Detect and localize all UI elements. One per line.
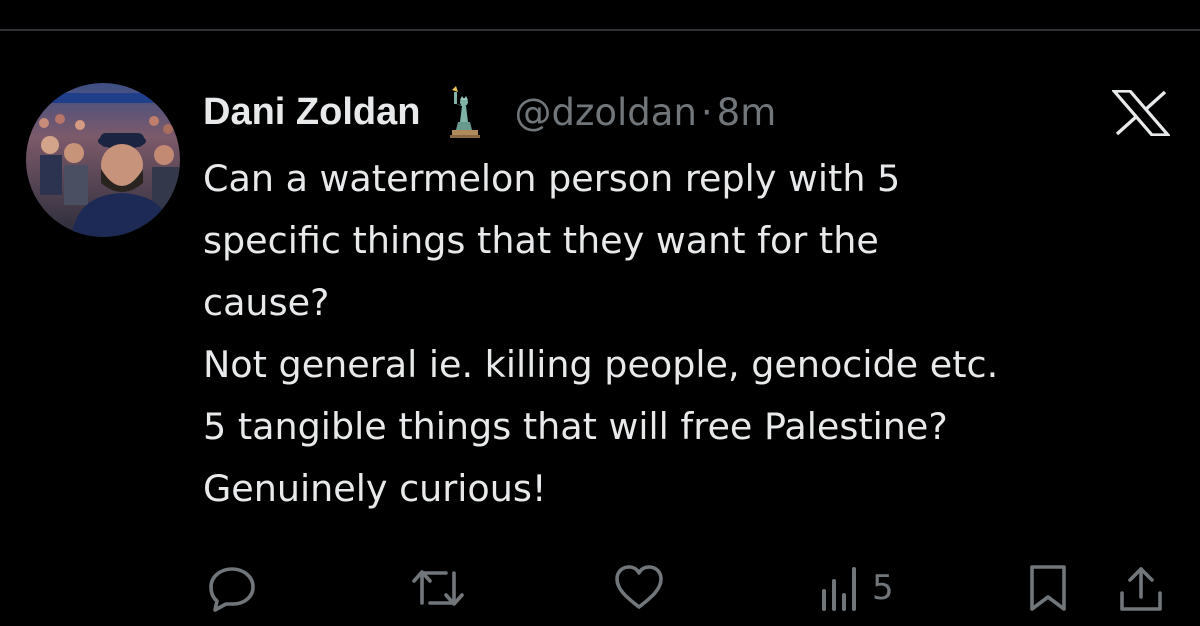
tweet-line: 5 tangible things that will free Palesti… (203, 405, 948, 448)
reply-button[interactable] (206, 560, 258, 616)
bookmark-button[interactable] (1026, 560, 1070, 616)
avatar[interactable] (26, 83, 180, 237)
views-icon (818, 563, 862, 613)
action-bar: 5 (0, 560, 1200, 620)
share-button[interactable] (1116, 560, 1166, 616)
top-divider (0, 29, 1200, 31)
author-name[interactable]: Dani Zoldan (203, 91, 420, 134)
tweet-line: Genuinely curious! (203, 467, 547, 510)
author-handle[interactable]: @dzoldan (514, 91, 696, 134)
retweet-icon (410, 563, 466, 613)
like-button[interactable] (612, 560, 666, 616)
views-button[interactable]: 5 (818, 560, 894, 616)
x-logo-icon[interactable] (1110, 89, 1172, 137)
tweet-line: specific things that they want for the (203, 219, 879, 262)
statue-of-liberty-icon (442, 86, 486, 138)
tweet-line: Can a watermelon person reply with 5 (203, 157, 901, 200)
separator-dot: · (700, 90, 713, 134)
share-icon (1116, 563, 1166, 613)
tweet-line: Not general ie. killing people, genocide… (203, 343, 999, 386)
tweet-line: cause? (203, 281, 330, 324)
reply-icon (206, 563, 258, 613)
views-count: 5 (872, 568, 894, 608)
timestamp[interactable]: 8m (717, 91, 777, 134)
heart-icon (612, 563, 666, 613)
retweet-button[interactable] (410, 560, 466, 616)
bookmark-icon (1026, 563, 1070, 613)
tweet-header: Dani Zoldan @dzoldan · 8m (203, 86, 776, 138)
tweet-text: Can a watermelon person reply with 5 spe… (203, 148, 1183, 520)
